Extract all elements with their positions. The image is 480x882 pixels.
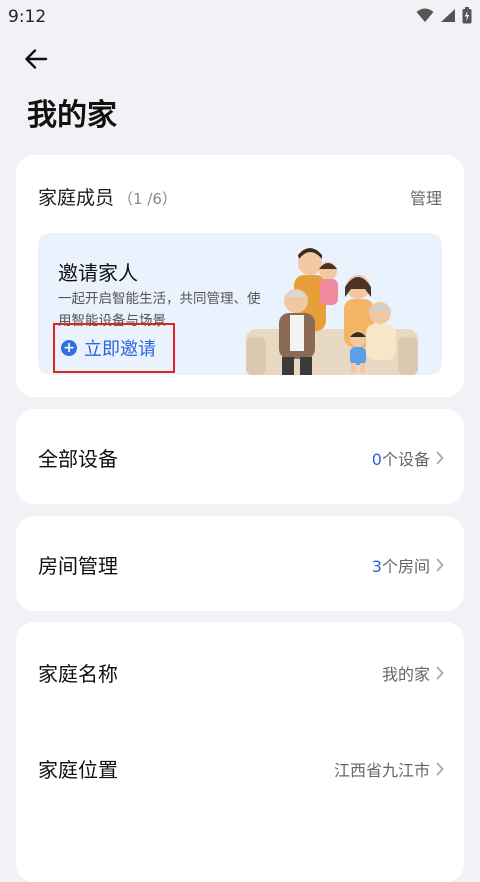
rooms-count: 3个房间	[372, 553, 444, 577]
devices-count-number: 0	[371, 450, 382, 469]
wifi-icon	[416, 8, 434, 22]
home-name-label: 家庭名称	[38, 662, 118, 686]
room-management-row[interactable]: 房间管理 3个房间	[16, 516, 464, 611]
arrow-left-icon	[25, 49, 48, 69]
devices-count-unit: 个设备	[381, 450, 430, 469]
chevron-right-icon	[436, 762, 444, 776]
invite-button[interactable]: + 立即邀请	[53, 323, 175, 373]
home-name-row[interactable]: 家庭名称 我的家	[16, 629, 464, 709]
chevron-right-icon	[436, 666, 444, 680]
members-card: 家庭成员 （1 /6） 管理 邀请家人 一起开启智能生活，共同管理、使用智能设备与…	[16, 155, 464, 397]
home-location-label: 家庭位置	[38, 758, 118, 782]
room-management-title: 房间管理	[38, 554, 118, 578]
members-title: 家庭成员	[38, 187, 115, 209]
chevron-right-icon	[436, 558, 444, 572]
all-devices-title: 全部设备	[38, 447, 118, 471]
invite-banner: 邀请家人 一起开启智能生活，共同管理、使用智能设备与场景 + 立即邀请	[38, 233, 442, 375]
signal-icon	[441, 9, 455, 22]
plus-icon: +	[61, 340, 77, 356]
home-info-card: 家庭名称 我的家 家庭位置 江西省九江市	[16, 622, 464, 882]
status-time: 9:12	[8, 7, 47, 27]
home-name-value-wrap: 我的家	[382, 661, 444, 685]
rooms-count-unit: 个房间	[381, 557, 430, 576]
all-devices-row[interactable]: 全部设备 0个设备	[16, 409, 464, 504]
members-count: （1 /6）	[118, 190, 177, 208]
invite-title: 邀请家人	[58, 261, 138, 285]
rooms-count-number: 3	[371, 557, 382, 576]
chevron-right-icon	[436, 451, 444, 465]
status-icons	[416, 7, 472, 24]
invite-button-label: 立即邀请	[84, 339, 156, 360]
manage-link[interactable]: 管理	[410, 185, 442, 209]
home-location-value: 江西省九江市	[333, 761, 430, 780]
devices-count: 0个设备	[372, 446, 444, 470]
back-button[interactable]	[22, 46, 50, 72]
members-header: 家庭成员 （1 /6）	[38, 183, 177, 210]
page-title: 我的家	[27, 98, 117, 133]
home-name-value: 我的家	[381, 665, 430, 684]
battery-icon	[462, 7, 472, 24]
home-location-row[interactable]: 家庭位置 江西省九江市	[16, 726, 464, 806]
home-location-value-wrap: 江西省九江市	[334, 757, 444, 781]
status-bar: 9:12	[0, 0, 480, 34]
family-illustration	[246, 248, 418, 375]
